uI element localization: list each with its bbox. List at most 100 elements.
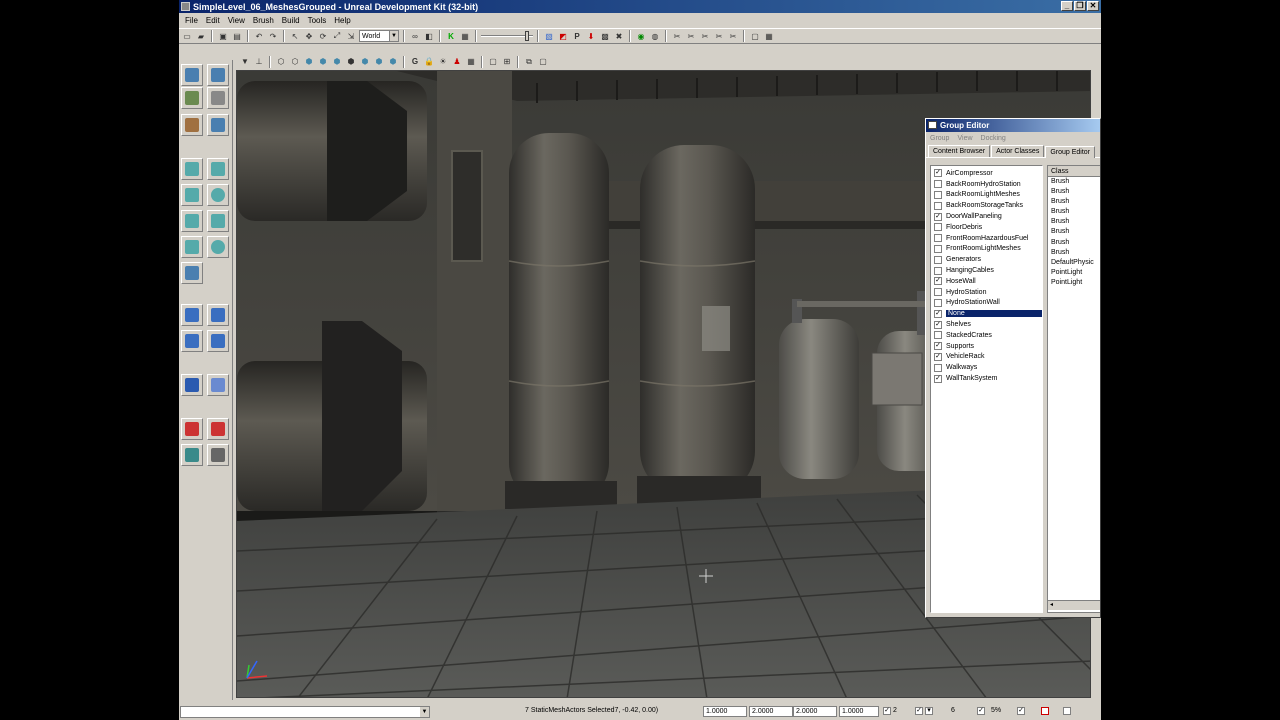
lighting-only-icon[interactable]: ⬢ xyxy=(345,56,357,68)
group-item[interactable]: ✓ VehicleRack xyxy=(931,352,1042,363)
translate-icon[interactable]: ✥ xyxy=(303,30,315,42)
show-selected-icon[interactable] xyxy=(207,418,229,440)
light-complexity-icon[interactable]: ⬢ xyxy=(359,56,371,68)
tab-content-browser[interactable]: Content Browser xyxy=(928,145,991,157)
shader-complexity-icon[interactable]: ⬢ xyxy=(387,56,399,68)
group-item[interactable]: ✓ Supports xyxy=(931,341,1042,352)
undo-icon[interactable]: ↶ xyxy=(253,30,265,42)
scale-snap-checkbox[interactable]: ✓ xyxy=(977,707,985,715)
linear-stair-icon[interactable] xyxy=(181,210,203,232)
group-item[interactable]: ✓ None xyxy=(931,308,1042,319)
group-item[interactable]: BackRoomLightMeshes xyxy=(931,190,1042,201)
group-visibility-checkbox[interactable] xyxy=(934,255,942,264)
level-icon[interactable]: ▦ xyxy=(465,56,477,68)
geometry-mode-icon[interactable] xyxy=(207,64,229,86)
build-all-icon[interactable]: ▩ xyxy=(599,30,611,42)
group-visibility-checkbox[interactable]: ✓ xyxy=(934,169,942,178)
slider-thumb[interactable] xyxy=(525,31,529,41)
tools-icon-5[interactable]: ✂ xyxy=(727,30,739,42)
group-item[interactable]: Generators xyxy=(931,254,1042,265)
menu-help[interactable]: Help xyxy=(330,16,354,25)
group-visibility-checkbox[interactable] xyxy=(934,266,942,275)
redo-icon[interactable]: ↷ xyxy=(267,30,279,42)
group-item[interactable]: BackRoomHydroStation xyxy=(931,179,1042,190)
group-item[interactable]: ✓ AirCompressor xyxy=(931,168,1042,179)
class-item[interactable]: Brush xyxy=(1048,238,1100,248)
group-item[interactable]: ✓ WallTankSystem xyxy=(931,373,1042,384)
grid-icon[interactable]: ▦ xyxy=(763,30,775,42)
group-item[interactable]: FrontRoomLightMeshes xyxy=(931,244,1042,255)
class-item[interactable]: DefaultPhysic xyxy=(1048,258,1100,268)
csg-add-icon[interactable] xyxy=(181,304,203,326)
menu-brush[interactable]: Brush xyxy=(249,16,278,25)
drag-grid-field-3[interactable]: 2.0000 xyxy=(793,706,837,717)
add-special-icon[interactable] xyxy=(181,374,203,396)
lock-icon[interactable]: 🔒 xyxy=(423,56,435,68)
hide-selected-icon[interactable] xyxy=(181,418,203,440)
terrain-mode-icon[interactable] xyxy=(181,87,203,109)
spiral-stair-icon[interactable] xyxy=(181,236,203,258)
coordinate-system-select[interactable]: World ▼ xyxy=(359,30,399,42)
cube-brush-icon[interactable] xyxy=(181,158,203,180)
scale-nonuniform-icon[interactable]: ⇲ xyxy=(345,30,357,42)
landscape-icon[interactable] xyxy=(207,114,229,136)
rotate-icon[interactable]: ⟳ xyxy=(317,30,329,42)
group-visibility-checkbox[interactable]: ✓ xyxy=(934,352,942,361)
select-icon[interactable]: ↖ xyxy=(289,30,301,42)
unlit-icon[interactable]: ⬢ xyxy=(303,56,315,68)
sphere-brush-icon[interactable] xyxy=(207,236,229,258)
csg-intersect-icon[interactable] xyxy=(181,330,203,352)
class-item[interactable]: Brush xyxy=(1048,248,1100,258)
group-visibility-checkbox[interactable] xyxy=(934,363,942,372)
cylinder-brush-icon[interactable] xyxy=(207,184,229,206)
camera-mode-icon[interactable] xyxy=(181,64,203,86)
group-item[interactable]: ✓ Shelves xyxy=(931,319,1042,330)
save-all-icon[interactable]: ▤ xyxy=(231,30,243,42)
select-inverse-icon[interactable] xyxy=(181,444,203,466)
drag-grid-field-1[interactable]: 1.0000 xyxy=(703,706,747,717)
group-visibility-checkbox[interactable] xyxy=(934,244,942,253)
build-lighting-icon[interactable]: ◩ xyxy=(557,30,569,42)
realtime-audio-icon[interactable] xyxy=(1041,707,1049,715)
group-visibility-checkbox[interactable]: ✓ xyxy=(934,309,942,318)
tools-icon-3[interactable]: ✂ xyxy=(699,30,711,42)
tab-group-editor[interactable]: Group Editor xyxy=(1045,146,1096,158)
curved-stair-icon[interactable] xyxy=(181,184,203,206)
restore-button[interactable]: ❐ xyxy=(1074,1,1086,11)
viewport-frame-icon[interactable]: ▢ xyxy=(537,56,549,68)
scale-icon[interactable]: ⤢ xyxy=(331,30,343,42)
group-item[interactable]: FloorDebris xyxy=(931,222,1042,233)
viewport-clone-icon[interactable]: ⧉ xyxy=(523,56,535,68)
menu-build[interactable]: Build xyxy=(278,16,304,25)
group-visibility-checkbox[interactable] xyxy=(934,331,942,340)
maximize-viewport-icon[interactable]: ▢ xyxy=(487,56,499,68)
group-item[interactable]: Walkways xyxy=(931,362,1042,373)
sheet-brush-icon[interactable] xyxy=(207,210,229,232)
lit-icon[interactable]: ⬢ xyxy=(317,56,329,68)
wireframe-icon[interactable]: ⬡ xyxy=(289,56,301,68)
camera-speed-slider[interactable] xyxy=(481,30,533,42)
brush-wireframe-icon[interactable]: ⬡ xyxy=(275,56,287,68)
group-visibility-checkbox[interactable] xyxy=(934,201,942,210)
group-visibility-checkbox[interactable]: ✓ xyxy=(934,374,942,383)
rotation-snap-dropdown[interactable]: ▾ xyxy=(925,707,933,715)
command-input[interactable]: ▼ xyxy=(180,706,430,718)
class-item[interactable]: Brush xyxy=(1048,187,1100,197)
close-button[interactable]: ✕ xyxy=(1087,1,1099,11)
autosave-checkbox[interactable]: ✓ xyxy=(1017,707,1025,715)
class-list-scrollbar[interactable]: ◂ xyxy=(1048,600,1100,610)
group-item[interactable]: BackRoomStorageTanks xyxy=(931,200,1042,211)
group-visibility-checkbox[interactable] xyxy=(934,288,942,297)
group-visibility-checkbox[interactable] xyxy=(934,223,942,232)
rotation-snap-checkbox[interactable]: ✓ xyxy=(915,707,923,715)
group-item[interactable]: HangingCables xyxy=(931,265,1042,276)
group-visibility-checkbox[interactable]: ✓ xyxy=(934,320,942,329)
detail-lighting-icon[interactable]: ⬢ xyxy=(331,56,343,68)
group-visibility-checkbox[interactable] xyxy=(934,298,942,307)
class-item[interactable]: Brush xyxy=(1048,197,1100,207)
group-item[interactable]: ✓ HoseWall xyxy=(931,276,1042,287)
viewport-type-icon[interactable]: ⊥ xyxy=(253,56,265,68)
group-visibility-checkbox[interactable] xyxy=(934,180,942,189)
class-column-header[interactable]: Class xyxy=(1048,166,1100,177)
menu-tools[interactable]: Tools xyxy=(304,16,331,25)
